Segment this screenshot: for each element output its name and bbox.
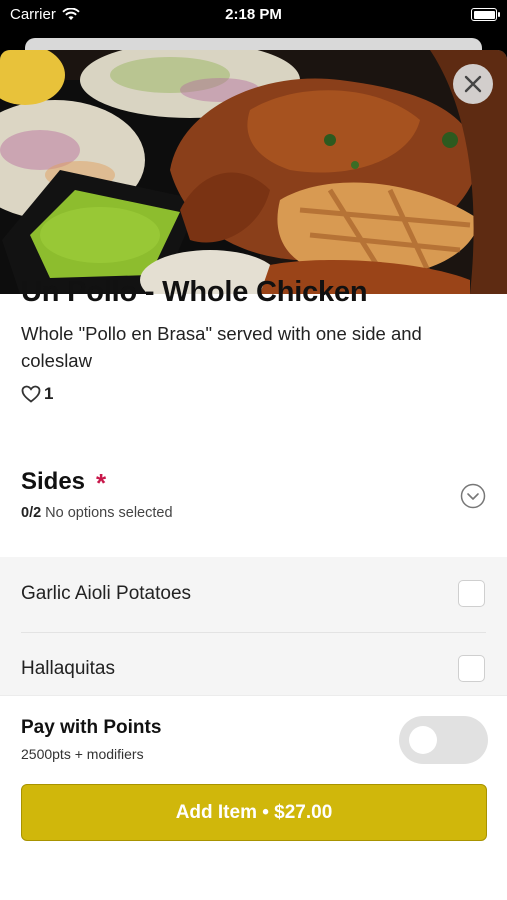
option-row-garlic-aioli-potatoes[interactable]: Garlic Aioli Potatoes [0, 557, 507, 633]
required-marker: * [96, 468, 107, 498]
pay-with-points-title: Pay with Points [21, 717, 162, 738]
item-photo [0, 50, 507, 294]
heart-icon [21, 385, 41, 403]
add-item-button[interactable]: Add Item • $27.00 [21, 784, 487, 841]
status-time: 2:18 PM [225, 6, 282, 23]
option-checkbox[interactable] [458, 580, 485, 607]
item-description: Whole "Pollo en Brasa" served with one s… [21, 323, 422, 371]
like-button[interactable]: 1 [21, 384, 53, 404]
sides-count: 0/2 [21, 505, 42, 521]
like-count: 1 [44, 384, 54, 403]
close-icon [464, 75, 482, 93]
option-checkbox[interactable] [458, 655, 485, 682]
sides-status: 0/2 No options selected [21, 505, 173, 521]
sides-options-list: Garlic Aioli Potatoes Hallaquitas [0, 557, 507, 707]
close-button[interactable] [453, 64, 493, 104]
chevron-down-icon[interactable] [460, 483, 486, 509]
toggle-knob [409, 726, 437, 754]
item-title: Un Pollo - Whole Chicken [21, 276, 368, 308]
status-bar: Carrier 2:18 PM [0, 0, 507, 30]
sides-heading: Sides [21, 468, 86, 495]
pay-with-points-toggle[interactable] [399, 716, 488, 764]
checkout-footer: Pay with Points 2500pts + modifiers Add … [0, 696, 507, 850]
battery-icon [471, 8, 500, 21]
pay-with-points-subtitle: 2500pts + modifiers [21, 746, 144, 762]
option-label: Hallaquitas [21, 658, 115, 679]
option-label: Garlic Aioli Potatoes [21, 583, 192, 604]
sides-status-text: No options selected [45, 505, 173, 521]
